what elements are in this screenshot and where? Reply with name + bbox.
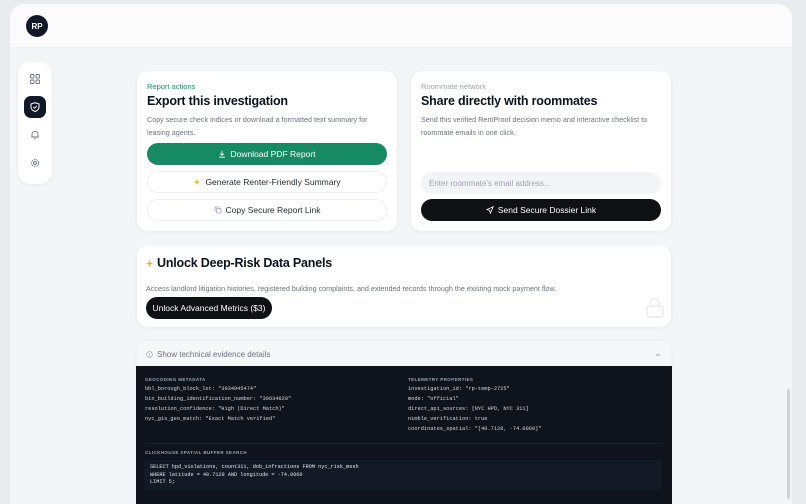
bell-icon [31,130,39,140]
telemetry-line: nimble_verification: true [408,416,488,422]
download-icon [219,150,226,158]
generate-summary-button[interactable]: Generate Renter-Friendly Summary [147,171,387,193]
download-pdf-button[interactable]: Download PDF Report [147,143,387,165]
geocoding-line: resolution_confidence: "High (Direct Mat… [145,406,285,412]
geocoding-line: bbl_borough_block_lot: "3034945474" [145,386,257,392]
sql-heading: CLICKHOUSE SPATIAL BUFFER SEARCH [145,450,248,455]
report-eyebrow: Report actions [147,82,196,91]
scrollbar[interactable] [787,389,790,499]
download-pdf-label: Download PDF Report [230,149,316,159]
telemetry-line: coordinates_spatial: "[40.7128, -74.0060… [408,426,542,432]
sparkle-icon [193,178,201,186]
grid-icon [30,74,40,84]
unlock-description: Access landlord litigation histories, re… [146,284,557,293]
evidence-toggle[interactable]: Show technical evidence details [136,340,672,368]
sidebar-item-dashboard[interactable] [24,68,46,90]
top-bar: RP [10,4,792,48]
sql-line: WHERE latitude = 40.7128 AND longitude =… [150,471,303,478]
sql-line: LIMIT 5; [150,479,175,485]
sql-code-block: SELECT hpd_violations, count311, dob_inf… [144,460,662,490]
evidence-toggle-label: Show technical evidence details [157,349,271,359]
geocoding-heading: GEOCODING METADATA [145,377,206,382]
report-actions-card: Report actions Export this investigation… [136,70,398,232]
unlock-metrics-button[interactable]: Unlock Advanced Metrics ($3) [146,297,272,319]
roommate-email-input[interactable] [421,172,661,194]
telemetry-heading: TELEMETRY PROPERTIES [408,377,474,382]
report-description: Copy secure check indices or download a … [147,115,368,137]
send-dossier-label: Send Secure Dossier Link [497,205,597,215]
send-icon [485,206,494,214]
generate-summary-label: Generate Renter-Friendly Summary [205,177,341,187]
copy-report-link-label: Copy Secure Report Link [225,205,321,215]
gear-icon [30,158,40,168]
report-title: Export this investigation [147,94,288,108]
divider [145,443,663,444]
geocoding-line: bin_building_identification_number: "396… [145,396,292,402]
telemetry-line: direct_api_sources: [NYC HPD, NYC 311] [408,406,529,412]
avatar[interactable]: RP [26,15,48,37]
info-icon [146,350,153,358]
sidebar-item-notifications[interactable] [24,124,46,146]
sparkle-icon [145,259,154,267]
copy-icon [214,206,221,214]
unlock-title: Unlock Deep-Risk Data Panels [157,256,333,270]
sql-line: SELECT hpd_violations, count311, dob_inf… [150,464,359,470]
telemetry-line: investigation_id: "rp-temp-2725" [408,386,510,392]
lock-icon [645,297,665,318]
send-dossier-button[interactable]: Send Secure Dossier Link [421,199,661,221]
chevron-up-icon [655,353,661,357]
app-frame: RP Report actions Export this investigat… [10,4,792,504]
sidebar-item-settings[interactable] [24,152,46,174]
telemetry-line: mode: "official" [408,396,459,402]
sidebar-item-security[interactable] [24,96,46,118]
roommate-title: Share directly with roommates [421,94,598,108]
unlock-metrics-label: Unlock Advanced Metrics ($3) [152,303,266,313]
copy-report-link-button[interactable]: Copy Secure Report Link [147,199,387,221]
roommate-description: Send this verified RentProof decision me… [421,115,648,137]
roommate-network-card: Roommate network Share directly with roo… [410,70,672,232]
unlock-card: Unlock Deep-Risk Data Panels Access land… [136,244,672,328]
technical-evidence-panel: GEOCODING METADATA bbl_borough_block_lot… [136,366,672,504]
geocoding-line: nyc_gis_geo_match: "Exact Match verified… [145,416,276,422]
shield-icon [30,102,40,112]
sidebar-nav [18,62,52,184]
roommate-eyebrow: Roommate network [421,82,487,91]
